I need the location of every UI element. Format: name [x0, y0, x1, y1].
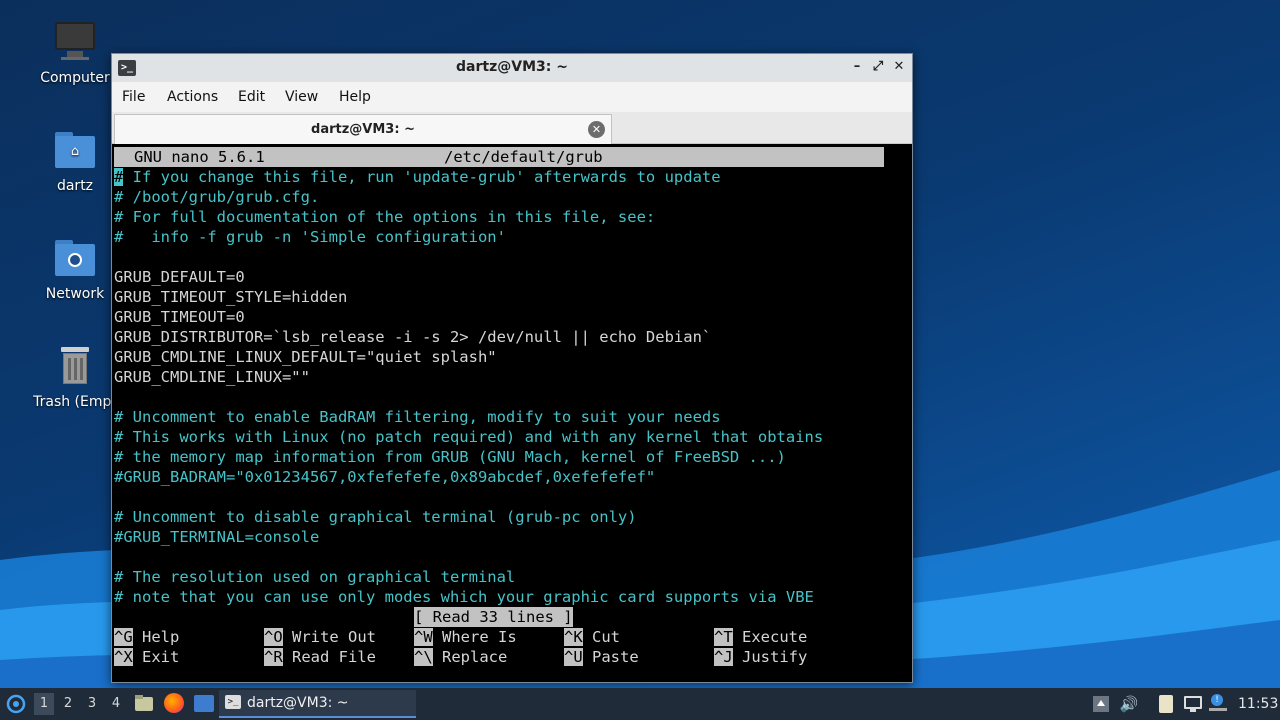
clipboard-icon[interactable]: [1156, 694, 1176, 714]
menu-file[interactable]: File: [122, 89, 145, 105]
shortcut-help[interactable]: ^G Help: [114, 627, 179, 647]
nano-line: # The resolution used on graphical termi…: [114, 568, 516, 586]
maximize-button[interactable]: ⤢: [869, 58, 887, 76]
task-label: dartz@VM3: ~: [247, 695, 349, 711]
menu-logo-icon: [6, 694, 26, 714]
terminal-launcher-icon[interactable]: [194, 695, 214, 715]
nano-line: GRUB_TIMEOUT=0: [114, 308, 245, 326]
shortcut-label: Cut: [592, 628, 621, 646]
tray-up-arrow-icon[interactable]: [1091, 694, 1111, 714]
shortcut-key: ^K: [564, 628, 583, 646]
workspace-1[interactable]: 1: [34, 693, 54, 715]
file-manager-icon[interactable]: [134, 694, 154, 714]
firefox-icon[interactable]: [164, 693, 184, 713]
nano-version: GNU nano 5.6.1: [134, 148, 265, 166]
shortcut-justify[interactable]: ^J Justify: [714, 647, 807, 667]
shortcut-key: ^W: [414, 628, 433, 646]
nano-line: # For full documentation of the options …: [114, 208, 656, 226]
menu-edit[interactable]: Edit: [238, 89, 265, 105]
workspace-2[interactable]: 2: [58, 693, 78, 715]
menu-view[interactable]: View: [285, 89, 318, 105]
menubar: File Actions Edit View Help: [112, 82, 912, 112]
shortcut-label: Execute: [742, 628, 808, 646]
tab-bar: dartz@VM3: ~ ✕: [112, 112, 912, 144]
shortcut-key: ^J: [714, 648, 733, 666]
nano-line: # Uncomment to enable BadRAM filtering, …: [114, 408, 721, 426]
workspace-4[interactable]: 4: [106, 693, 126, 715]
shortcut-label: Where Is: [442, 628, 517, 646]
nano-line: GRUB_CMDLINE_LINUX_DEFAULT="quiet splash…: [114, 348, 497, 366]
nano-line: GRUB_TIMEOUT_STYLE=hidden: [114, 288, 348, 306]
shortcut-paste[interactable]: ^U Paste: [564, 647, 639, 667]
shortcut-key: ^R: [264, 648, 283, 666]
computer-icon: [53, 20, 97, 64]
tab-close-icon[interactable]: ✕: [588, 121, 605, 138]
window-title: dartz@VM3: ~: [456, 59, 568, 75]
notification-icon[interactable]: !: [1209, 694, 1229, 714]
shortcut-key: ^U: [564, 648, 583, 666]
volume-icon[interactable]: 🔊: [1119, 694, 1139, 714]
nano-line: #GRUB_TERMINAL=console: [114, 528, 320, 546]
tab-terminal[interactable]: dartz@VM3: ~ ✕: [114, 114, 612, 144]
shortcut-execute[interactable]: ^T Execute: [714, 627, 807, 647]
close-button[interactable]: ✕: [890, 58, 908, 76]
workspace-3[interactable]: 3: [82, 693, 102, 715]
nano-filename: /etc/default/grub: [444, 148, 603, 166]
nano-line: # This works with Linux (no patch requir…: [114, 428, 824, 446]
nano-line: GRUB_DEFAULT=0: [114, 268, 245, 286]
shortcut-write-out[interactable]: ^O Write Out: [264, 627, 376, 647]
network-tray-icon[interactable]: [1183, 694, 1203, 714]
home-folder-icon: ⌂: [53, 128, 97, 172]
minimize-button[interactable]: –: [848, 58, 866, 76]
taskbar: 1 2 3 4 >_ dartz@VM3: ~ 🔊 ! 11:53: [0, 688, 1280, 720]
shortcut-label: Paste: [592, 648, 639, 666]
nano-line: # Uncomment to disable graphical termina…: [114, 508, 637, 526]
shortcut-label: Read File: [292, 648, 377, 666]
taskbar-task-terminal[interactable]: >_ dartz@VM3: ~: [219, 690, 416, 718]
trash-icon: [53, 344, 97, 388]
shortcut-label: Exit: [142, 648, 180, 666]
shortcut-label: Write Out: [292, 628, 377, 646]
shortcut-key: ^X: [114, 648, 133, 666]
nano-editor[interactable]: GNU nano 5.6.1/etc/default/grub # If you…: [114, 145, 910, 679]
nano-line: # If you change this file, run 'update-g…: [114, 167, 721, 187]
shortcut-key: ^\: [414, 648, 433, 666]
terminal-task-icon: >_: [225, 695, 241, 709]
nano-line: #GRUB_BADRAM="0x01234567,0xfefefefe,0x89…: [114, 468, 656, 486]
nano-line: # info -f grub -n 'Simple configuration': [114, 228, 506, 246]
network-folder-icon: [53, 236, 97, 280]
menu-help[interactable]: Help: [339, 89, 371, 105]
nano-header: GNU nano 5.6.1/etc/default/grub: [114, 147, 884, 167]
shortcut-exit[interactable]: ^X Exit: [114, 647, 179, 667]
shortcut-replace[interactable]: ^\ Replace: [414, 647, 507, 667]
menu-actions[interactable]: Actions: [167, 89, 218, 105]
nano-line: GRUB_DISTRIBUTOR=`lsb_release -i -s 2> /…: [114, 328, 712, 346]
clock[interactable]: 11:53: [1238, 688, 1278, 720]
terminal-window: >_ dartz@VM3: ~ – ⤢ ✕ File Actions Edit …: [111, 53, 913, 683]
nano-line: # the memory map information from GRUB (…: [114, 448, 786, 466]
shortcut-cut[interactable]: ^K Cut: [564, 627, 620, 647]
shortcut-label: Help: [142, 628, 180, 646]
shortcut-key: ^O: [264, 628, 283, 646]
window-titlebar[interactable]: >_ dartz@VM3: ~ – ⤢ ✕: [112, 54, 912, 82]
start-menu-button[interactable]: [5, 688, 27, 720]
shortcut-key: ^T: [714, 628, 733, 646]
tab-label: dartz@VM3: ~: [311, 122, 415, 137]
nano-line: GRUB_CMDLINE_LINUX="": [114, 368, 310, 386]
shortcut-where-is[interactable]: ^W Where Is: [414, 627, 517, 647]
nano-line: # /boot/grub/grub.cfg.: [114, 188, 320, 206]
shortcut-label: Replace: [442, 648, 508, 666]
shortcut-label: Justify: [742, 648, 808, 666]
text-cursor: #: [114, 168, 124, 186]
shortcut-read-file[interactable]: ^R Read File: [264, 647, 376, 667]
nano-status: [ Read 33 lines ]: [414, 607, 573, 627]
shortcut-key: ^G: [114, 628, 133, 646]
nano-line-text: If you change this file, run 'update-gru…: [123, 168, 721, 186]
nano-line: # note that you can use only modes which…: [114, 588, 814, 606]
